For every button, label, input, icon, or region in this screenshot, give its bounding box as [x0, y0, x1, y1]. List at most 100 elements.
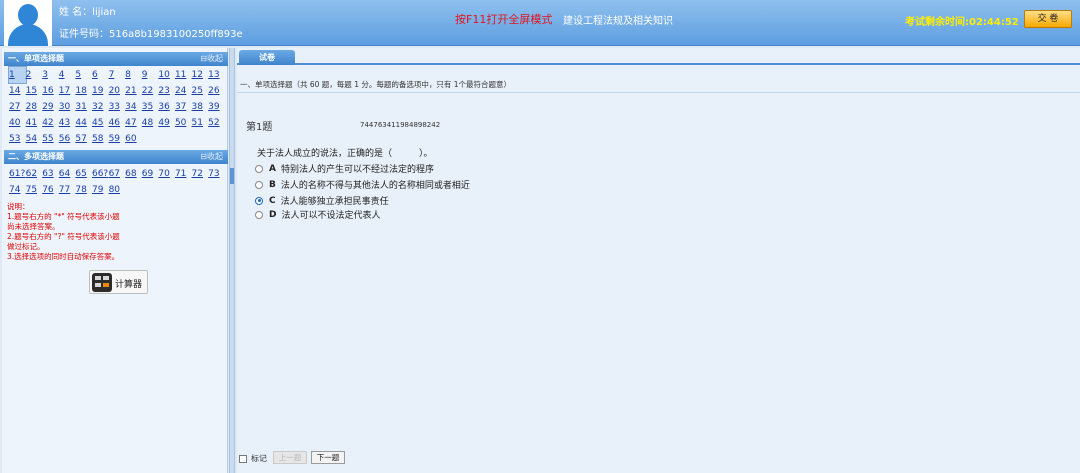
single-choice-collapse-button[interactable]: ⊟收起	[200, 52, 223, 66]
avatar-head	[18, 4, 38, 26]
question-number-link[interactable]: 29	[42, 99, 59, 115]
question-number-link[interactable]: 80	[109, 182, 126, 198]
question-number-link[interactable]: 2	[26, 67, 43, 83]
question-number-link[interactable]: 47	[125, 115, 142, 131]
question-number-link[interactable]: 63	[42, 166, 59, 182]
mark-checkbox[interactable]	[239, 454, 247, 463]
question-number-link[interactable]: 12	[192, 67, 209, 83]
option-radio[interactable]	[255, 180, 263, 189]
question-number-link[interactable]: 75	[26, 182, 43, 198]
option-radio[interactable]	[255, 210, 263, 219]
question-number-link[interactable]: 45	[92, 115, 109, 131]
question-number-link[interactable]: 60	[125, 131, 142, 147]
question-number-link[interactable]: 79	[92, 182, 109, 198]
mark-question[interactable]: 标记	[239, 453, 267, 464]
question-number-link[interactable]: 9	[142, 67, 159, 83]
question-number-link[interactable]: 38	[192, 99, 209, 115]
question-number-link[interactable]: 3	[42, 67, 59, 83]
question-number-link[interactable]: 27	[9, 99, 26, 115]
calculator-button[interactable]: 计算器	[89, 270, 148, 294]
question-number-link[interactable]: 70	[158, 166, 175, 182]
question-number-link[interactable]: 30	[59, 99, 76, 115]
question-number-link[interactable]: 55	[42, 131, 59, 147]
question-number-link[interactable]: 68	[125, 166, 142, 182]
question-number-link[interactable]: 51	[192, 115, 209, 131]
collapse-arrow-icon[interactable]	[230, 168, 234, 184]
question-number-link[interactable]: 64	[59, 166, 76, 182]
question-number-link[interactable]: 49	[158, 115, 175, 131]
question-number-link[interactable]: 1	[8, 66, 27, 84]
question-number-link[interactable]: 31	[75, 99, 92, 115]
question-number-link[interactable]: 78	[75, 182, 92, 198]
question-number-link[interactable]: 66?	[92, 166, 109, 182]
previous-question-button[interactable]: 上一题	[273, 451, 307, 464]
question-number-link[interactable]: 13	[208, 67, 225, 83]
question-number-link[interactable]: 18	[75, 83, 92, 99]
option-d[interactable]: D 法人可以不设法定代表人	[255, 208, 381, 221]
question-number-link[interactable]: 74	[9, 182, 26, 198]
option-b[interactable]: B 法人的名称不得与其他法人的名称相同或者相近	[255, 178, 470, 191]
question-number-link[interactable]: 37	[175, 99, 192, 115]
question-number-link[interactable]: 46	[109, 115, 126, 131]
question-number-link[interactable]: 21	[125, 83, 142, 99]
question-number-link[interactable]: 69	[142, 166, 159, 182]
question-number-link[interactable]: 4	[59, 67, 76, 83]
option-radio[interactable]	[255, 196, 263, 205]
question-number-link[interactable]: 50	[175, 115, 192, 131]
question-number-link[interactable]: 72	[192, 166, 209, 182]
question-number-link[interactable]: 24	[175, 83, 192, 99]
question-number-link[interactable]: 22	[142, 83, 159, 99]
question-number-link[interactable]: 23	[158, 83, 175, 99]
question-number-link[interactable]: 58	[92, 131, 109, 147]
question-number-link[interactable]: 53	[9, 131, 26, 147]
next-question-button[interactable]: 下一题	[311, 451, 345, 464]
question-number-link[interactable]: 76	[42, 182, 59, 198]
question-number-link[interactable]: 11	[175, 67, 192, 83]
question-number-link[interactable]: 7	[109, 67, 126, 83]
question-number-link[interactable]: 59	[109, 131, 126, 147]
question-number-link[interactable]: 56	[59, 131, 76, 147]
option-radio[interactable]	[255, 164, 263, 173]
question-number-link[interactable]: 16	[42, 83, 59, 99]
tab-paper[interactable]: 试卷	[239, 50, 295, 65]
question-number-link[interactable]: 26	[208, 83, 225, 99]
question-number-link[interactable]: 17	[59, 83, 76, 99]
question-number-link[interactable]: 5	[75, 67, 92, 83]
question-number-link[interactable]: 14	[9, 83, 26, 99]
question-number-link[interactable]: 25	[192, 83, 209, 99]
multi-choice-collapse-button[interactable]: ⊟收起	[200, 150, 223, 164]
question-number-link[interactable]: 15	[26, 83, 43, 99]
question-number-link[interactable]: 6	[92, 67, 109, 83]
question-number-link[interactable]: 54	[26, 131, 43, 147]
question-number-link[interactable]: 57	[75, 131, 92, 147]
question-number-link[interactable]: 48	[142, 115, 159, 131]
question-number-link[interactable]: 73	[208, 166, 225, 182]
option-a[interactable]: A 特别法人的产生可以不经过法定的程序	[255, 162, 434, 175]
question-number-link[interactable]: 34	[125, 99, 142, 115]
question-number-link[interactable]: 62	[26, 166, 43, 182]
question-number-link[interactable]: 28	[26, 99, 43, 115]
question-number-link[interactable]: 42	[42, 115, 59, 131]
question-number-link[interactable]: 32	[92, 99, 109, 115]
question-number-link[interactable]: 71	[175, 166, 192, 182]
question-number-link[interactable]: 20	[109, 83, 126, 99]
question-number-link[interactable]: 43	[59, 115, 76, 131]
question-number-link[interactable]: 35	[142, 99, 159, 115]
question-number-link[interactable]: 44	[75, 115, 92, 131]
question-number-link[interactable]: 61?	[9, 166, 26, 182]
question-number-link[interactable]: 19	[92, 83, 109, 99]
question-number-link[interactable]: 36	[158, 99, 175, 115]
question-number-link[interactable]: 33	[109, 99, 126, 115]
question-number-link[interactable]: 65	[75, 166, 92, 182]
question-number-link[interactable]: 39	[208, 99, 225, 115]
panel-splitter[interactable]	[229, 48, 235, 473]
question-number-link[interactable]: 67	[109, 166, 126, 182]
question-number-link[interactable]: 10	[158, 67, 175, 83]
question-number-link[interactable]: 52	[208, 115, 225, 131]
question-number-link[interactable]: 40	[9, 115, 26, 131]
submit-exam-button[interactable]: 交 卷	[1024, 10, 1072, 28]
question-number-link[interactable]: 41	[26, 115, 43, 131]
question-number-link[interactable]: 77	[59, 182, 76, 198]
question-number-link[interactable]: 8	[125, 67, 142, 83]
option-c[interactable]: C 法人能够独立承担民事责任	[255, 194, 389, 207]
